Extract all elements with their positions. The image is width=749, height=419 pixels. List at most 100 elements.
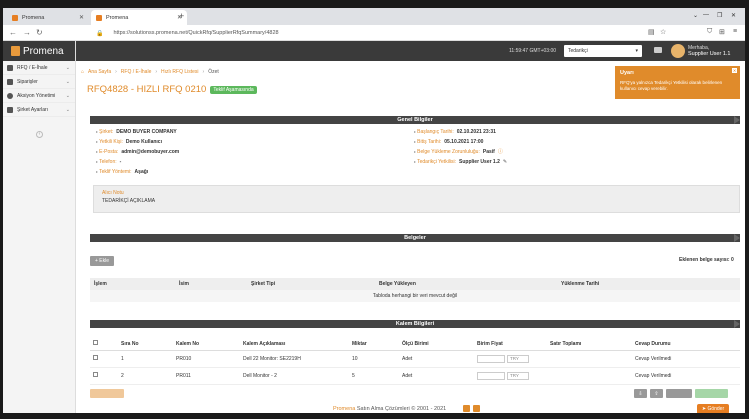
sidebar-item-label: Siparişler <box>17 78 38 85</box>
sidebar-item-label: RFQ / E-İhale <box>17 64 48 71</box>
kalem-no: PR011 <box>173 367 240 385</box>
forward-icon[interactable]: → <box>23 28 31 37</box>
sidebar-item-company-settings[interactable]: Şirket Ayarları ⌄ <box>3 103 75 117</box>
info-row-phone: Telefon:- <box>96 157 179 167</box>
checkbox-icon <box>7 78 13 85</box>
close-icon[interactable]: ✕ <box>732 68 737 73</box>
save-button[interactable] <box>666 389 692 398</box>
sidebar-item-orders[interactable]: Siparişler ⌄ <box>3 75 75 89</box>
general-info-left: Şirket:DEMO BUYER COMPANY Yetkili Kişi:D… <box>96 127 179 177</box>
url-field[interactable]: 🔒 https://solutionss.promena.net/QuickRf… <box>96 28 516 38</box>
breadcrumb-current: Özet <box>208 69 219 75</box>
documents-table: İşlem İsim Şirket Tipi Belge Yükleyen Yü… <box>90 278 740 302</box>
browser-tab[interactable]: Promena ✕ <box>7 10 89 25</box>
info-row-start-date: Başlangıç Tarihi:02.10.2021 23:31 <box>414 127 507 137</box>
info-row-contact: Yetkili Kişi:Demo Kullanıcı <box>96 137 179 147</box>
breadcrumb-rfq[interactable]: RFQ / E-İhale <box>121 69 152 75</box>
browser-tab-active[interactable]: Promena ✕ <box>91 10 187 25</box>
sidebar-item-label: Aksiyon Yönetimi <box>17 92 56 99</box>
avatar[interactable] <box>671 44 685 58</box>
document-count: Eklenen belge sayısı: 0 <box>679 257 734 263</box>
download-icon[interactable]: ⇩ <box>634 389 647 398</box>
unit-price-cell: TRY <box>474 350 547 368</box>
info-row-end-date: Bitiş Tarihi:05.10.2021 17:00 <box>414 137 507 147</box>
sidebar-item-actions[interactable]: Aksiyon Yönetimi ⌄ <box>3 89 75 103</box>
row-checkbox[interactable] <box>93 372 98 377</box>
unit-price-input[interactable] <box>477 371 505 380</box>
send-button[interactable]: ➤ Gönder <box>697 404 729 413</box>
close-window-icon[interactable]: ✕ <box>731 12 736 19</box>
miktar: 5 <box>349 367 399 385</box>
column-header[interactable]: Kalem No <box>173 338 240 351</box>
new-tab-icon[interactable]: + <box>179 11 184 21</box>
column-header[interactable]: Sıra No <box>118 338 173 351</box>
olcu-birimi: Adet <box>399 367 474 385</box>
back-icon[interactable]: ← <box>9 28 17 37</box>
breadcrumb-quick-rfq-list[interactable]: Hızlı RFQ Listesi <box>161 69 199 75</box>
column-header[interactable]: Yüklenme Tarihi <box>557 278 740 290</box>
column-header[interactable]: İsim <box>175 278 247 290</box>
section-header-documents: Belgeler <box>90 234 740 242</box>
chevron-down-icon[interactable]: ⌄ <box>693 12 698 19</box>
column-header[interactable]: Şirket Tipi <box>247 278 375 290</box>
sidebar-item-rfq[interactable]: RFQ / E-İhale ⌄ <box>3 61 75 75</box>
breadcrumb-separator: › <box>155 69 158 75</box>
reader-icon[interactable]: ▤ <box>648 28 655 36</box>
select-all-checkbox[interactable] <box>93 340 98 346</box>
sira-no: 1 <box>118 350 173 368</box>
linkedin-icon[interactable] <box>463 405 470 412</box>
top-bar: 11:59:47 GMT+03:00 Tedarikçi ▾ Merhaba, … <box>76 41 745 61</box>
role-select[interactable]: Tedarikçi ▾ <box>564 45 642 57</box>
extensions-icon[interactable]: ⊞ <box>719 28 725 36</box>
info-icon[interactable]: ⓘ <box>498 147 503 157</box>
breadcrumb: ⌂ Ana Sayfa › RFQ / E-İhale › Hızlı RFQ … <box>81 69 219 75</box>
promena-logo[interactable]: Promena <box>3 41 75 61</box>
collapse-sidebar-icon[interactable]: ‹ <box>36 131 43 138</box>
settings-icon <box>7 106 13 113</box>
column-header[interactable]: Ölçü Birimi <box>399 338 474 351</box>
column-header[interactable]: İşlem <box>90 278 175 290</box>
bookmark-star-icon[interactable]: ☆ <box>660 28 666 36</box>
currency-select[interactable]: TRY <box>507 371 529 380</box>
user-menu[interactable]: Merhaba, Supplier User 1.1 <box>688 45 731 57</box>
column-header[interactable]: Belge Yükleyen <box>375 278 557 290</box>
sidebar: Promena RFQ / E-İhale ⌄ Siparişler ⌄ Aks… <box>3 41 76 413</box>
logo-text: Promena <box>23 45 64 57</box>
kalem-no: PR010 <box>173 350 240 368</box>
row-checkbox[interactable] <box>93 355 98 360</box>
empty-table-text: Tabloda herhangi bir veri mevcut değil <box>90 290 740 302</box>
column-header[interactable]: Satır Toplamı <box>547 338 632 351</box>
column-header[interactable]: Birim Fiyat <box>474 338 547 351</box>
info-row-company: Şirket:DEMO BUYER COMPANY <box>96 127 179 137</box>
maximize-icon[interactable]: ❐ <box>717 12 722 19</box>
address-bar: ← → ↻ 🔒 https://solutionss.promena.net/Q… <box>3 25 745 41</box>
page-title-text: RFQ4828 - HIZLI RFQ 0210 <box>87 84 207 95</box>
shield-icon[interactable]: ⛉ <box>707 28 712 36</box>
add-document-button[interactable]: + Ekle <box>90 256 114 266</box>
edit-pencil-icon[interactable]: ✎ <box>503 157 507 167</box>
menu-icon[interactable]: ≡ <box>733 28 737 35</box>
cevap-durumu: Cevap Verilmedi <box>632 367 740 385</box>
chevron-down-icon: ▾ <box>635 48 638 54</box>
breadcrumb-home[interactable]: Ana Sayfa <box>88 69 111 75</box>
section-header-general: Genel Bilgiler <box>90 116 740 124</box>
minimize-icon[interactable]: — <box>703 12 709 18</box>
page-title: RFQ4828 - HIZLI RFQ 0210 Teklif Aşamasın… <box>87 84 257 95</box>
reload-icon[interactable]: ↻ <box>36 28 43 37</box>
twitter-icon[interactable] <box>473 405 480 412</box>
column-header[interactable]: Kalem Açıklaması <box>240 338 349 351</box>
chevron-down-icon: ⌄ <box>65 78 70 85</box>
upload-icon[interactable]: ⇧ <box>650 389 663 398</box>
chevron-down-icon: ⌄ <box>65 106 70 113</box>
column-header[interactable]: Miktar <box>349 338 399 351</box>
plus-icon: + <box>94 258 98 264</box>
message-icon[interactable] <box>654 47 662 53</box>
unit-price-input[interactable] <box>477 354 505 363</box>
bulk-action-button[interactable] <box>90 389 124 398</box>
close-tab-icon[interactable]: ✕ <box>79 14 84 21</box>
logo-icon <box>11 46 20 56</box>
toast-title: Uyarı <box>620 70 634 76</box>
column-header[interactable]: Cevap Durumu <box>632 338 740 351</box>
submit-offer-button[interactable] <box>695 389 728 398</box>
currency-select[interactable]: TRY <box>507 354 529 363</box>
